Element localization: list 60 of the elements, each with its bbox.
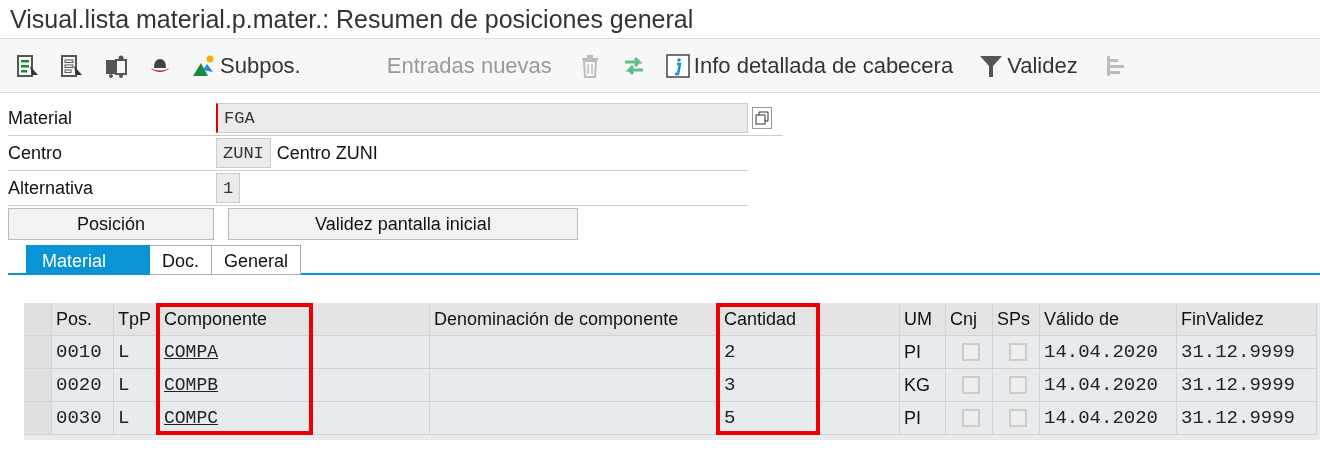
input-field[interactable]: 1 bbox=[216, 173, 241, 203]
table-cell: 14.04.2020 bbox=[1044, 341, 1159, 363]
component-link[interactable]: COMPC bbox=[164, 408, 218, 428]
column-header[interactable]: Cnj bbox=[946, 303, 993, 336]
column-header[interactable]: UM bbox=[900, 303, 946, 336]
column-header[interactable]: FinValidez bbox=[1177, 303, 1317, 336]
window-title: Visual.lista material.p.mater.: Resumen de posiciones general bbox=[10, 4, 695, 35]
mountain-icon bbox=[192, 53, 216, 78]
component-link[interactable]: COMPB bbox=[164, 375, 218, 395]
field-label: Alternativa bbox=[8, 177, 95, 199]
column-header[interactable]: Componente bbox=[160, 303, 430, 336]
table-cell: L bbox=[118, 341, 130, 363]
column-header[interactable]: Cantidad bbox=[720, 303, 900, 336]
table-cell: 5 bbox=[724, 407, 736, 429]
row-selector[interactable] bbox=[24, 402, 52, 435]
table-cell: PI bbox=[900, 402, 946, 435]
tab[interactable]: Doc. bbox=[150, 245, 212, 275]
field-label: Centro bbox=[8, 142, 64, 164]
tab[interactable]: General bbox=[212, 245, 302, 275]
input-field[interactable]: FGA bbox=[216, 103, 748, 133]
table-cell: L bbox=[118, 407, 130, 429]
table-cell: 31.12.9999 bbox=[1181, 341, 1296, 363]
toolbar-button[interactable]: Info detallada de cabecera bbox=[659, 45, 960, 86]
table-cell: PI bbox=[900, 336, 946, 369]
field-description: Centro ZUNI bbox=[276, 142, 378, 164]
table-cell: 2 bbox=[724, 341, 736, 363]
table-cell: 14.04.2020 bbox=[1044, 407, 1159, 429]
table-cell: KG bbox=[900, 369, 946, 402]
checkbox[interactable] bbox=[962, 376, 980, 394]
table-cell: L bbox=[118, 374, 130, 396]
row-selector[interactable] bbox=[24, 336, 52, 369]
table-cell: 31.12.9999 bbox=[1181, 374, 1296, 396]
checkbox[interactable] bbox=[1009, 409, 1027, 427]
push-button[interactable]: Validez pantalla inicial bbox=[228, 208, 578, 240]
table-cell: 3 bbox=[724, 374, 736, 396]
table-cell: 31.12.9999 bbox=[1181, 407, 1296, 429]
push-button[interactable]: Posición bbox=[8, 208, 214, 240]
column-header[interactable]: SPs bbox=[993, 303, 1040, 336]
info-icon bbox=[665, 53, 690, 78]
toolbar-button[interactable]: Validez bbox=[973, 45, 1084, 86]
select-all-cell[interactable] bbox=[24, 303, 52, 336]
table-cell: 14.04.2020 bbox=[1044, 374, 1159, 396]
checkbox[interactable] bbox=[1009, 376, 1027, 394]
table-cell: 0010 bbox=[56, 341, 102, 363]
column-header[interactable]: Pos. bbox=[52, 303, 114, 336]
field-label: Material bbox=[8, 107, 74, 129]
component-link[interactable]: COMPA bbox=[164, 342, 218, 362]
column-header[interactable]: Válido de bbox=[1040, 303, 1177, 336]
list-icon bbox=[16, 53, 40, 78]
table-cell: 0020 bbox=[56, 374, 102, 396]
table-cell: 0030 bbox=[56, 407, 102, 429]
checkbox[interactable] bbox=[962, 343, 980, 361]
checkbox[interactable] bbox=[1009, 343, 1027, 361]
list-icon bbox=[60, 53, 84, 78]
toolbar-button[interactable]: Subpos. bbox=[186, 45, 307, 86]
input-field[interactable]: ZUNI bbox=[216, 138, 271, 168]
row-selector[interactable] bbox=[24, 369, 52, 402]
filter-icon bbox=[979, 53, 1004, 78]
window-icon[interactable] bbox=[752, 107, 772, 129]
checkbox[interactable] bbox=[962, 409, 980, 427]
